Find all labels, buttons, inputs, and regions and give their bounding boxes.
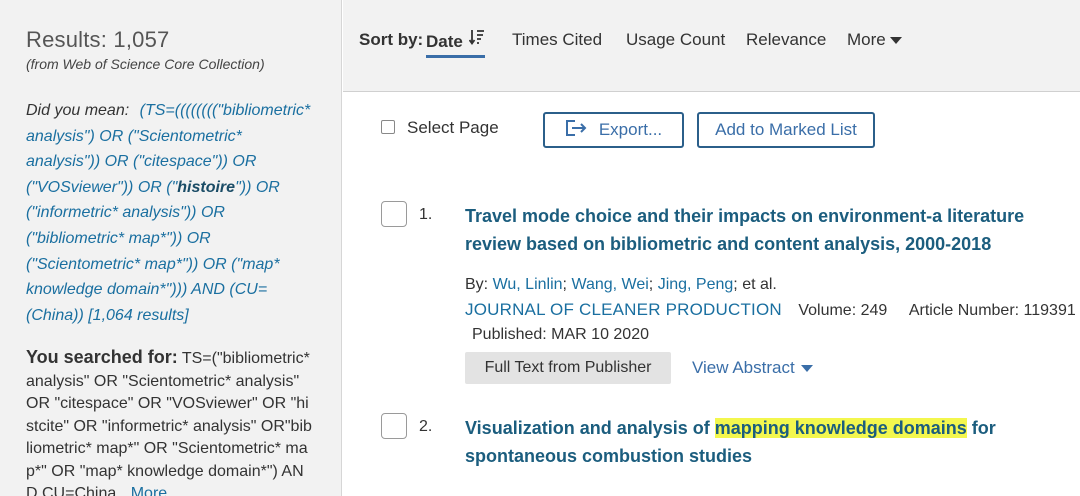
record-number: 2. xyxy=(419,418,433,435)
sort-option-usage-count[interactable]: Usage Count xyxy=(626,30,725,50)
results-count: Results: 1,057 xyxy=(26,27,170,52)
author-link[interactable]: Wu, Linlin xyxy=(493,276,563,293)
sort-option-date[interactable]: Date xyxy=(426,30,485,58)
volume: Volume: 249 xyxy=(798,302,888,319)
record-number: 1. xyxy=(419,206,433,223)
record-title-link[interactable]: Visualization and analysis of mapping kn… xyxy=(465,414,1065,470)
sort-more-label: More xyxy=(847,30,886,49)
record-checkbox[interactable] xyxy=(381,201,407,227)
sort-descending-icon xyxy=(468,29,485,51)
journal-link[interactable]: JOURNAL OF CLEANER PRODUCTION xyxy=(465,300,782,319)
record-title-link[interactable]: Travel mode choice and their impacts on … xyxy=(465,202,1065,258)
article-number: Article Number: 119391 xyxy=(908,302,1076,319)
record-source-line: JOURNAL OF CLEANER PRODUCTION Volume: 24… xyxy=(465,300,1076,320)
results-source: (from Web of Science Core Collection) xyxy=(26,56,265,72)
sort-bar: Sort by: Date Times Cited Usage Count Re… xyxy=(343,0,1080,92)
more-link[interactable]: More xyxy=(131,485,167,496)
caret-down-icon xyxy=(889,37,902,45)
export-icon xyxy=(565,119,599,142)
view-abstract-label: View Abstract xyxy=(692,358,795,377)
sort-date-label: Date xyxy=(426,32,463,51)
caret-down-icon xyxy=(800,365,813,373)
export-button[interactable]: Export... xyxy=(543,112,684,148)
select-page-label: Select Page xyxy=(407,118,499,137)
by-label: By: xyxy=(465,276,489,293)
did-you-mean-query-bold: histoire xyxy=(177,178,236,196)
sort-more-dropdown[interactable]: More xyxy=(847,30,902,50)
did-you-mean: Did you mean: (TS=(((((((("bibliometric*… xyxy=(26,98,312,328)
select-page-checkbox[interactable]: Select Page xyxy=(381,118,499,138)
record-authors: By: Wu, Linlin; Wang, Wei; Jing, Peng; e… xyxy=(465,276,777,293)
et-al: ; et al. xyxy=(733,276,777,293)
title-text: Visualization and analysis of xyxy=(465,418,715,438)
did-you-mean-query-post: ")) OR ("informetric* analysis")) OR ("b… xyxy=(26,178,280,324)
you-searched-query: TS=("bibliometric* analysis" OR "Sciento… xyxy=(26,350,312,496)
sort-by-label: Sort by: xyxy=(359,30,424,49)
author-link[interactable]: Wang, Wei xyxy=(571,276,648,293)
full-text-button[interactable]: Full Text from Publisher xyxy=(465,352,671,384)
record-checkbox[interactable] xyxy=(381,413,407,439)
checkbox-icon xyxy=(381,120,395,134)
did-you-mean-query-link[interactable]: (TS=(((((((("bibliometric* analysis") OR… xyxy=(26,102,310,324)
author-link[interactable]: Jing, Peng xyxy=(658,276,734,293)
you-searched-label: You searched for: xyxy=(26,347,178,367)
export-label: Export... xyxy=(598,120,663,139)
you-searched-for: You searched for: TS=("bibliometric* ana… xyxy=(26,346,312,496)
did-you-mean-label: Did you mean: xyxy=(26,102,130,119)
published-date: Published: MAR 10 2020 xyxy=(472,326,649,343)
sort-option-relevance[interactable]: Relevance xyxy=(746,30,826,50)
add-to-marked-list-button[interactable]: Add to Marked List xyxy=(697,112,875,148)
sort-option-times-cited[interactable]: Times Cited xyxy=(512,30,602,50)
results-sidebar: Results: 1,057 (from Web of Science Core… xyxy=(0,0,342,496)
view-abstract-toggle[interactable]: View Abstract xyxy=(692,358,813,378)
search-term-highlight: mapping knowledge domains xyxy=(714,418,967,438)
